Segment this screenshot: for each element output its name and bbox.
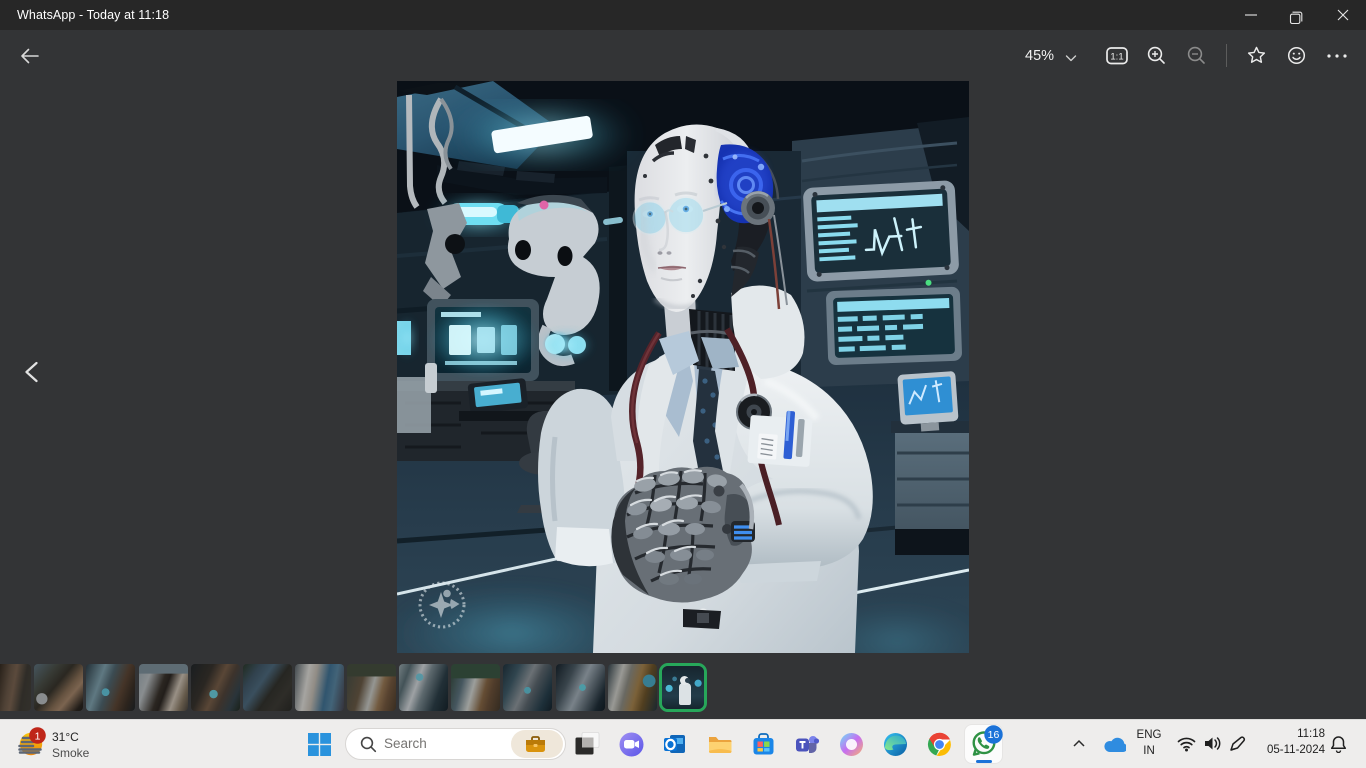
svg-text:1:1: 1:1 bbox=[1110, 52, 1123, 63]
svg-text:16: 16 bbox=[988, 729, 1000, 741]
svg-text:1: 1 bbox=[35, 731, 41, 743]
